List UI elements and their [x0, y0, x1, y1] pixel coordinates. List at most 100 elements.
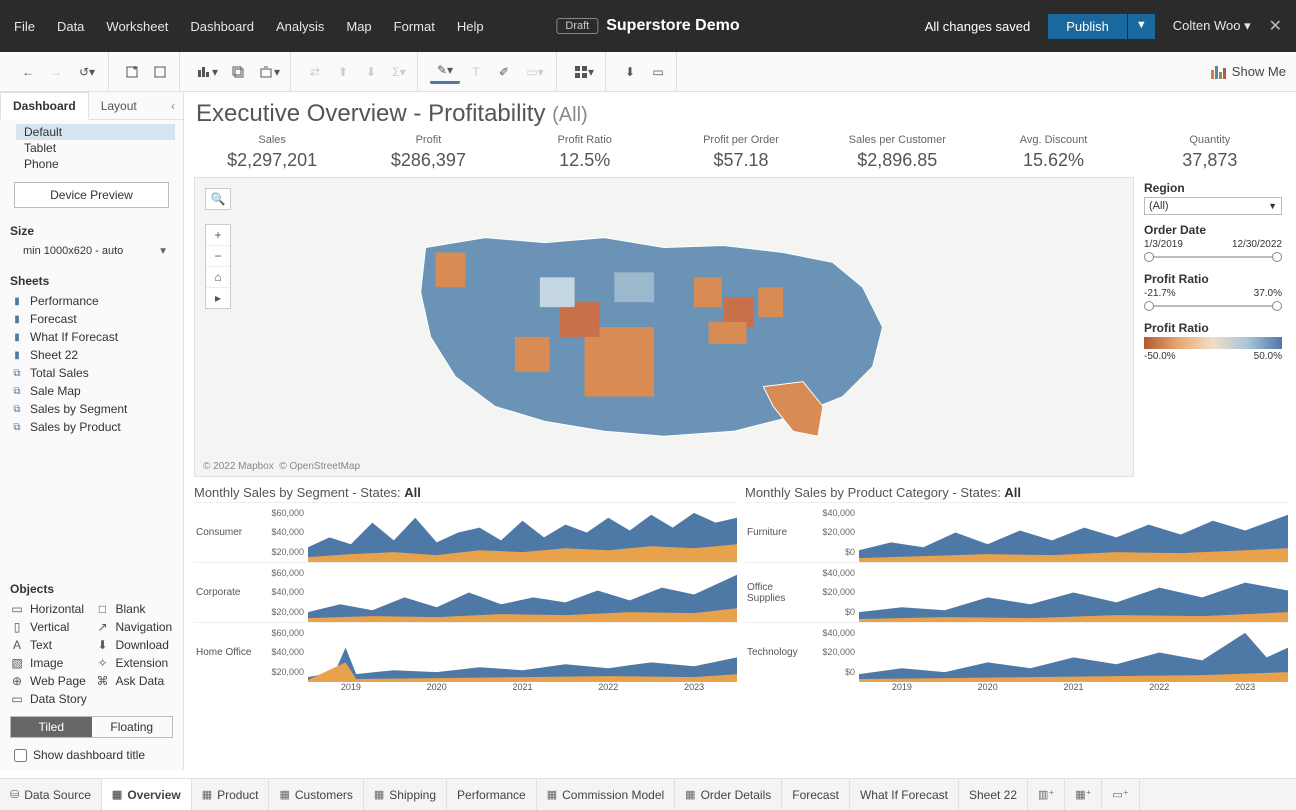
menu-analysis[interactable]: Analysis — [276, 19, 324, 34]
left-panel: Dashboard Layout ‹ Default Tablet Phone … — [0, 92, 184, 770]
text-icon: A — [10, 638, 24, 652]
size-selector[interactable]: min 1000x620 - auto▼ — [18, 242, 173, 260]
new-datasource-icon[interactable] — [121, 60, 145, 84]
undo-icon[interactable]: ← — [16, 60, 40, 84]
collapse-panel-icon[interactable]: ‹ — [163, 99, 183, 113]
zoom-home-icon[interactable]: ⌂ — [206, 267, 230, 288]
highlight-icon[interactable]: ✎▾ — [430, 60, 460, 84]
show-title-checkbox[interactable] — [14, 749, 27, 762]
menu-help[interactable]: Help — [457, 19, 484, 34]
area-chart[interactable] — [859, 563, 1288, 622]
publish-dropdown[interactable]: ▼ — [1128, 14, 1155, 39]
tab-sheet22[interactable]: Sheet 22 — [959, 779, 1028, 810]
redo-icon[interactable]: → — [44, 60, 68, 84]
tab-whatif[interactable]: What If Forecast — [850, 779, 959, 810]
duplicate-icon[interactable] — [226, 60, 250, 84]
menu-data[interactable]: Data — [57, 19, 84, 34]
facet-home-office: Home Office $60,000$40,000$20,000 — [194, 622, 737, 682]
object-download[interactable]: ⬇Download — [96, 638, 174, 652]
menu-map[interactable]: Map — [346, 19, 371, 34]
format-icon[interactable]: ✐ — [492, 60, 516, 84]
show-cards-icon[interactable]: ▾ — [569, 60, 599, 84]
tab-overview[interactable]: ▦Overview — [102, 779, 192, 810]
sheet-sales-product[interactable]: ⧉Sales by Product — [6, 418, 177, 436]
sheet-whatif[interactable]: ▮What If Forecast — [6, 328, 177, 346]
floating-button[interactable]: Floating — [92, 717, 173, 737]
sheet-performance[interactable]: ▮Performance — [6, 292, 177, 310]
new-story-button[interactable]: ▭⁺ — [1102, 779, 1139, 810]
tab-shipping[interactable]: ▦Shipping — [364, 779, 447, 810]
objects-section: Objects ▭Horizontal □Blank ▯Vertical ↗Na… — [0, 576, 183, 770]
y-axis: $40,000$20,000$0 — [809, 563, 859, 622]
dashboard-icon: ▦ — [374, 788, 384, 801]
tab-layout[interactable]: Layout — [89, 93, 149, 119]
save-status: All changes saved — [925, 19, 1031, 34]
new-worksheet-button[interactable]: ▥⁺ — [1028, 779, 1065, 810]
tab-customers[interactable]: ▦Customers — [269, 779, 363, 810]
new-dashboard-button[interactable]: ▦⁺ — [1065, 779, 1102, 810]
save-icon[interactable] — [149, 60, 173, 84]
menu-file[interactable]: File — [14, 19, 35, 34]
sheet-sales-segment[interactable]: ⧉Sales by Segment — [6, 400, 177, 418]
tab-commission[interactable]: ▦Commission Model — [537, 779, 675, 810]
object-vertical[interactable]: ▯Vertical — [10, 620, 88, 634]
area-chart[interactable] — [308, 563, 737, 622]
area-chart[interactable] — [308, 503, 737, 562]
tiled-button[interactable]: Tiled — [11, 717, 92, 737]
search-icon[interactable]: 🔍 — [206, 189, 230, 209]
facet-label: Home Office — [194, 623, 258, 682]
object-text[interactable]: AText — [10, 638, 88, 652]
menu-format[interactable]: Format — [394, 19, 435, 34]
menu-dashboard[interactable]: Dashboard — [190, 19, 254, 34]
zoom-area-icon[interactable]: ▸ — [206, 288, 230, 308]
sheet-22[interactable]: ▮Sheet 22 — [6, 346, 177, 364]
object-blank[interactable]: □Blank — [96, 602, 174, 616]
tab-dashboard[interactable]: Dashboard — [0, 92, 89, 120]
new-worksheet-icon[interactable]: ▾ — [192, 60, 222, 84]
show-me-button[interactable]: Show Me — [1210, 64, 1286, 80]
dashboard-icon: ▦ — [202, 788, 212, 801]
close-icon[interactable]: ✕ — [1269, 16, 1282, 36]
tab-data-source[interactable]: ⛁Data Source — [0, 779, 102, 810]
device-preview-button[interactable]: Device Preview — [14, 182, 169, 208]
object-webpage[interactable]: ⊕Web Page — [10, 674, 88, 688]
profitratio-color-label: Profit Ratio — [1144, 321, 1282, 335]
user-menu[interactable]: Colten Woo ▾ — [1173, 18, 1251, 34]
device-tablet[interactable]: Tablet — [20, 140, 175, 156]
object-image[interactable]: ▧Image — [10, 656, 88, 670]
area-chart[interactable] — [859, 503, 1288, 562]
sheet-total-sales[interactable]: ⧉Total Sales — [6, 364, 177, 382]
orderdate-slider[interactable] — [1144, 252, 1282, 262]
object-horizontal[interactable]: ▭Horizontal — [10, 602, 88, 616]
sheet-forecast[interactable]: ▮Forecast — [6, 310, 177, 328]
sale-map[interactable]: 🔍 + − ⌂ ▸ — [194, 177, 1134, 477]
tab-forecast[interactable]: Forecast — [782, 779, 850, 810]
tab-performance[interactable]: Performance — [447, 779, 537, 810]
object-datastory[interactable]: ▭Data Story — [10, 692, 88, 706]
orderdate-label: Order Date — [1144, 223, 1282, 237]
menu-worksheet[interactable]: Worksheet — [106, 19, 168, 34]
sheet-sale-map[interactable]: ⧉Sale Map — [6, 382, 177, 400]
device-default[interactable]: Default — [16, 124, 175, 140]
zoom-out-icon[interactable]: − — [206, 246, 230, 267]
presentation-icon[interactable]: ▭ — [646, 60, 670, 84]
object-extension[interactable]: ✧Extension — [96, 656, 174, 670]
area-chart[interactable] — [308, 623, 737, 682]
revert-icon[interactable]: ↺▾ — [72, 60, 102, 84]
kpi-discount: Avg. Discount15.62% — [975, 134, 1131, 171]
region-selector[interactable]: (All)▼ — [1144, 197, 1282, 215]
area-chart[interactable] — [859, 623, 1288, 682]
object-askdata[interactable]: ⌘Ask Data — [96, 674, 174, 688]
clear-icon[interactable]: ▾ — [254, 60, 284, 84]
tab-product[interactable]: ▦Product — [192, 779, 270, 810]
object-navigation[interactable]: ↗Navigation — [96, 620, 174, 634]
device-phone[interactable]: Phone — [20, 156, 175, 172]
tab-order-details[interactable]: ▦Order Details — [675, 779, 782, 810]
y-axis: $60,000$40,000$20,000 — [258, 503, 308, 562]
download-icon[interactable]: ⬇ — [618, 60, 642, 84]
map-search[interactable]: 🔍 — [205, 188, 231, 210]
publish-button[interactable]: Publish — [1048, 14, 1127, 39]
map-row: 🔍 + − ⌂ ▸ — [194, 177, 1288, 477]
zoom-in-icon[interactable]: + — [206, 225, 230, 246]
profitratio-slider[interactable] — [1144, 301, 1282, 311]
